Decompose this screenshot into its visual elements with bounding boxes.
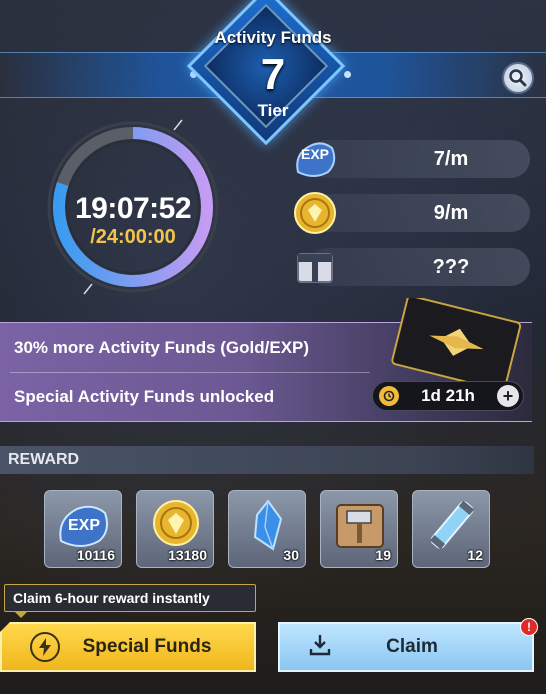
premium-card-icon: [391, 298, 522, 390]
reward-label: REWARD: [8, 451, 80, 468]
reward-qty: 12: [467, 547, 483, 563]
rate-row-gold: 9/m: [294, 192, 530, 234]
page-title: Activity Funds: [214, 28, 332, 47]
bonus-unlock-text: Special Activity Funds unlocked: [14, 387, 275, 406]
exp-icon: EXP: [296, 142, 336, 177]
svg-text:EXP: EXP: [301, 146, 329, 162]
reward-item-exp[interactable]: EXP 10116: [44, 490, 122, 568]
reward-qty: 19: [375, 547, 391, 563]
gold-coin-icon: [294, 192, 336, 234]
reward-item-hammer[interactable]: 19: [320, 490, 398, 568]
bonus-remaining-time: 1d 21h: [421, 386, 475, 405]
energy-tube-icon: [429, 500, 475, 550]
tooltip-arrow: [14, 611, 28, 618]
rate-value: ???: [432, 256, 470, 278]
download-icon: [308, 633, 332, 662]
notification-badge: !: [520, 618, 538, 636]
search-button[interactable]: [502, 62, 534, 94]
gold-coin-icon: [153, 500, 199, 546]
search-icon: [509, 69, 527, 87]
extend-plus-button[interactable]: +: [497, 385, 519, 407]
reward-item-tube[interactable]: 12: [412, 490, 490, 568]
svg-text:EXP: EXP: [68, 517, 100, 534]
bonus-description: 30% more Activity Funds (Gold/EXP): [14, 338, 310, 357]
special-funds-tooltip: Claim 6-hour reward instantly: [4, 584, 256, 612]
rate-row-mystery: ???: [296, 248, 530, 286]
reward-header-bar: [0, 446, 534, 474]
reward-item-crystal[interactable]: 30: [228, 490, 306, 568]
reward-qty: 10116: [76, 547, 115, 563]
timer-elapsed: 19:07:52: [74, 192, 192, 225]
bonus-divider: [10, 372, 370, 373]
exp-icon: EXP: [59, 505, 108, 547]
special-funds-button[interactable]: Special Funds: [0, 622, 256, 672]
rate-value: 7/m: [433, 148, 469, 170]
reward-item-gold[interactable]: 13180: [136, 490, 214, 568]
reward-qty: 30: [283, 547, 299, 563]
timer-total: /24:00:00: [90, 226, 176, 248]
claim-label: Claim: [386, 636, 438, 657]
rate-row-exp: EXP 7/m: [296, 140, 530, 178]
blue-crystal-icon: [253, 499, 283, 551]
tier-number: 7: [260, 50, 286, 99]
clock-icon: [379, 386, 399, 406]
lightning-icon: [30, 632, 60, 662]
special-funds-label: Special Funds: [82, 636, 212, 657]
hammer-icon: [336, 504, 384, 548]
mystery-box-icon: [297, 253, 333, 283]
claim-button[interactable]: Claim: [278, 622, 534, 672]
bonus-timer-pill: 1d 21h +: [372, 381, 524, 411]
reward-qty: 13180: [168, 547, 207, 563]
rate-value: 9/m: [433, 202, 469, 224]
